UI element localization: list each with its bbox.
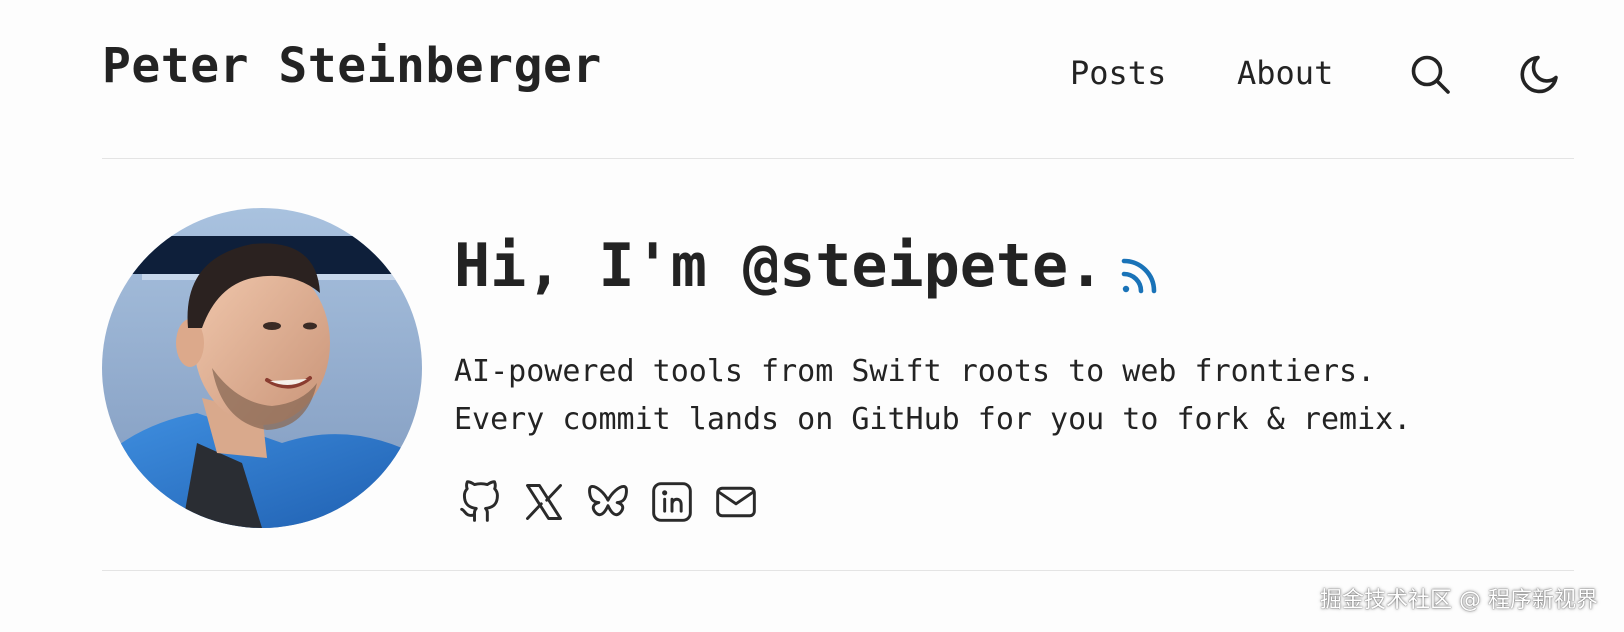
bluesky-link[interactable]: [586, 480, 630, 524]
mail-icon: [716, 486, 756, 518]
search-icon: [1411, 55, 1450, 94]
watermark: 掘金技术社区 @ 程序新视界: [1320, 588, 1598, 613]
rss-feed-link[interactable]: [1118, 247, 1162, 294]
nav-posts-link[interactable]: Posts: [1070, 54, 1166, 92]
site-title[interactable]: Peter Steinberger: [102, 38, 602, 94]
avatar-photo: [102, 208, 422, 528]
nav-about-link[interactable]: About: [1237, 54, 1333, 92]
site-header: Peter Steinberger Posts About: [102, 0, 1574, 159]
greeting-heading: Hi, I'm @steipete.: [454, 236, 1162, 296]
x-link[interactable]: [522, 480, 566, 524]
social-links: [458, 480, 758, 528]
github-link[interactable]: [458, 480, 502, 524]
x-icon: [526, 484, 562, 520]
profile-section: Hi, I'm @steipete. AI-powered tools from…: [102, 158, 1574, 571]
github-icon: [460, 480, 499, 522]
search-button[interactable]: [1408, 52, 1452, 96]
linkedin-link[interactable]: [650, 480, 694, 524]
avatar: [102, 208, 422, 528]
theme-toggle-button[interactable]: [1518, 52, 1562, 96]
linkedin-icon: [652, 482, 692, 522]
rss-icon: [1121, 258, 1157, 294]
bio-line: AI-powered tools from Swift roots to web…: [454, 354, 1376, 389]
moon-icon: [1520, 55, 1558, 94]
bio: AI-powered tools from Swift roots to web…: [454, 348, 1411, 444]
greeting-text: Hi, I'm @steipete.: [454, 231, 1105, 301]
bio-line: Every commit lands on GitHub for you to …: [454, 402, 1412, 437]
bluesky-icon: [588, 484, 628, 517]
email-link[interactable]: [714, 480, 758, 524]
